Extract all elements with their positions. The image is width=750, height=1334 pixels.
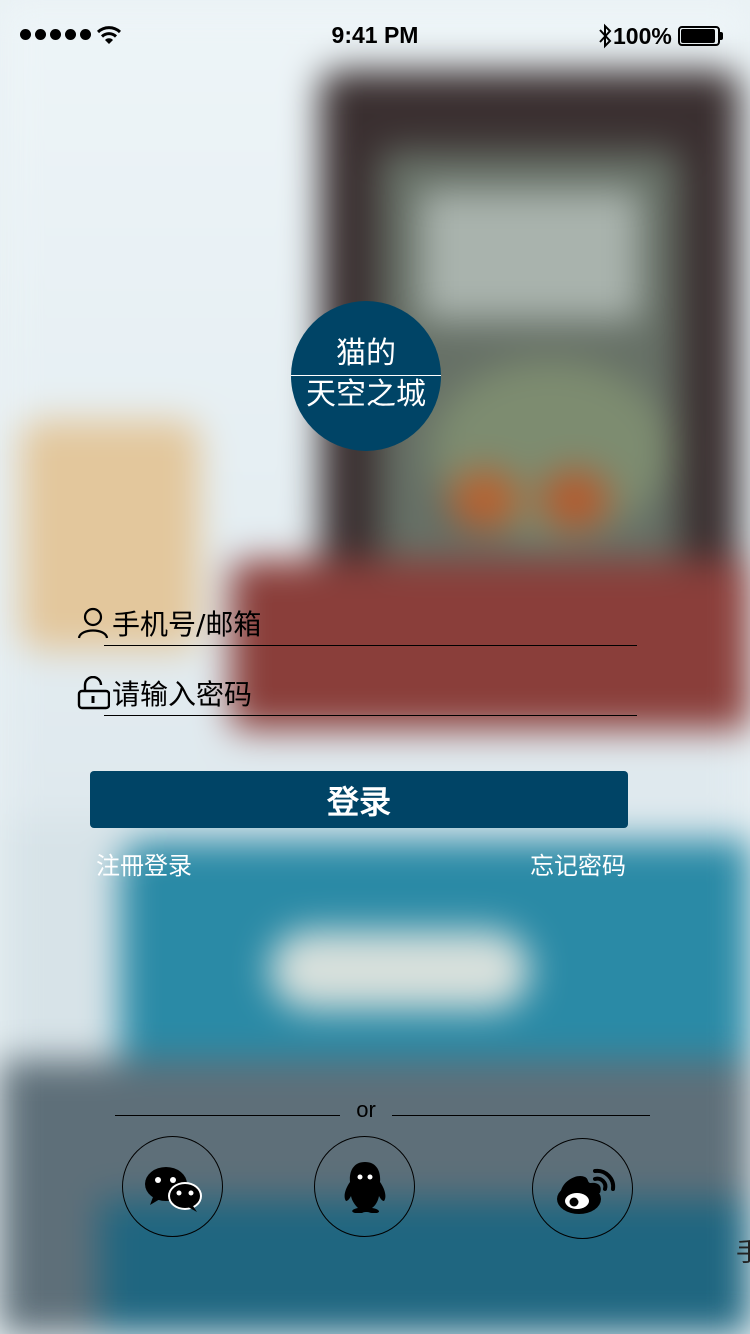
username-input[interactable] xyxy=(112,604,632,644)
background-photo xyxy=(0,0,750,1334)
bluetooth-icon xyxy=(599,23,612,49)
weibo-login-button[interactable] xyxy=(532,1138,633,1239)
wechat-login-button[interactable] xyxy=(122,1136,223,1237)
password-underline xyxy=(104,715,637,716)
offscreen-text: 手 xyxy=(736,1238,750,1268)
register-link[interactable]: 注冊登录 xyxy=(96,846,192,881)
username-underline xyxy=(104,645,637,646)
weibo-icon xyxy=(557,1168,616,1214)
logo-line-1: 猫的 xyxy=(336,336,396,371)
battery-icon xyxy=(678,26,723,46)
password-input[interactable] xyxy=(112,674,632,714)
user-icon xyxy=(77,607,109,639)
logo-divider xyxy=(291,375,441,376)
lock-icon xyxy=(77,676,110,710)
qq-login-button[interactable] xyxy=(314,1136,415,1237)
status-bar: 9:41 PM 100% xyxy=(0,0,750,72)
username-field xyxy=(76,604,637,646)
qq-icon xyxy=(344,1162,386,1213)
divider-right xyxy=(392,1115,650,1116)
divider-left xyxy=(115,1115,340,1116)
battery-percent: 100% xyxy=(613,23,672,49)
wechat-icon xyxy=(145,1167,202,1212)
logo-line-2: 天空之城 xyxy=(306,377,426,412)
forgot-password-link[interactable]: 忘记密码 xyxy=(530,846,626,881)
password-field xyxy=(76,674,637,716)
login-button[interactable]: 登录 xyxy=(90,771,628,828)
app-logo: 猫的 天空之城 xyxy=(291,301,441,451)
divider-or-text: or xyxy=(356,1097,376,1122)
